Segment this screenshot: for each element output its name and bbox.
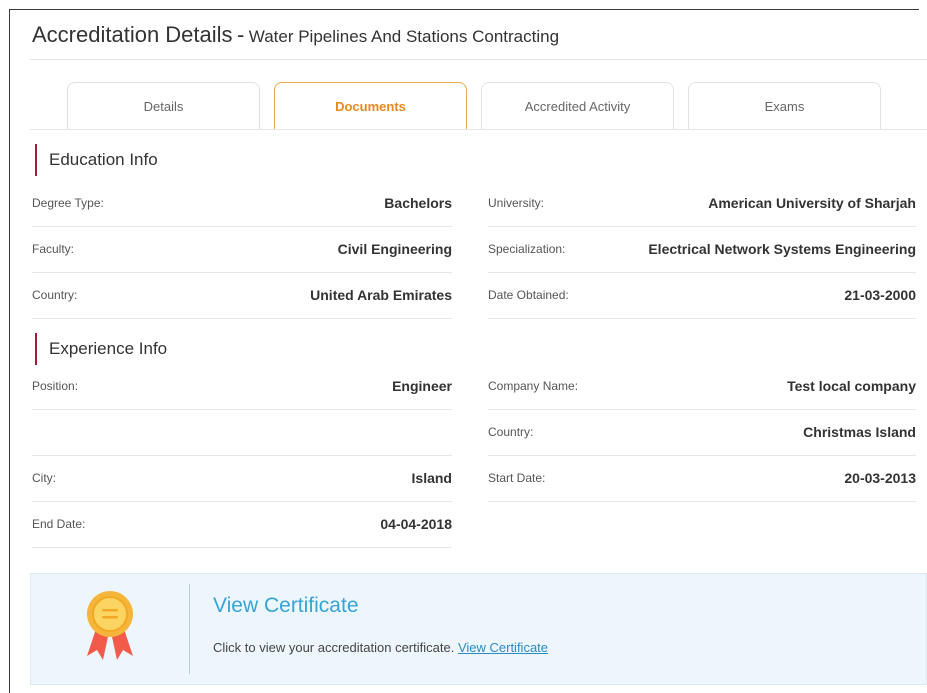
position-row: Position: Engineer [32,364,452,410]
certificate-divider [189,584,190,674]
start-date-value: 20-03-2013 [844,470,916,486]
company-name-value: Test local company [787,378,916,394]
specialization-label: Specialization: [488,242,566,256]
start-date-row: Start Date: 20-03-2013 [488,456,916,502]
city-label: City: [32,471,56,485]
company-name-label: Company Name: [488,379,579,393]
view-certificate-link[interactable]: View Certificate [458,640,548,655]
certificate-description-text: Click to view your accreditation certifi… [213,640,455,655]
page-title-separator: - [237,22,245,47]
award-ribbon-icon [87,591,133,660]
degree-type-row: Degree Type: Bachelors [32,181,452,227]
education-country-value: United Arab Emirates [310,287,452,303]
education-info-heading: Education Info [35,144,158,176]
experience-country-row: Country: Christmas Island [488,410,916,456]
date-obtained-value: 21-03-2000 [844,287,916,303]
company-name-row: Company Name: Test local company [488,364,916,410]
faculty-label: Faculty: [32,242,75,256]
certificate-panel: View Certificate Click to view your accr… [30,573,927,685]
tab-exams[interactable]: Exams [688,82,881,129]
experience-country-value: Christmas Island [803,424,916,440]
certificate-description: Click to view your accreditation certifi… [213,640,548,655]
tab-details[interactable]: Details [67,82,260,129]
title-divider [30,59,927,60]
end-date-label: End Date: [32,517,86,531]
experience-info-heading: Experience Info [35,333,167,365]
page-title: Accreditation Details - Water Pipelines … [32,22,559,56]
date-obtained-label: Date Obtained: [488,288,569,302]
faculty-value: Civil Engineering [337,241,452,257]
empty-row [32,410,452,456]
tab-accredited-activity[interactable]: Accredited Activity [481,82,674,129]
faculty-row: Faculty: Civil Engineering [32,227,452,273]
university-row: University: American University of Sharj… [488,181,916,227]
university-label: University: [488,196,545,210]
education-country-label: Country: [32,288,78,302]
specialization-value: Electrical Network Systems Engineering [648,241,916,257]
view-certificate-title[interactable]: View Certificate [213,594,359,618]
city-row: City: Island [32,456,452,502]
page-title-main: Accreditation Details [32,22,233,47]
city-value: Island [411,470,452,486]
degree-type-label: Degree Type: [32,196,104,210]
tab-documents[interactable]: Documents [274,82,467,129]
date-obtained-row: Date Obtained: 21-03-2000 [488,273,916,319]
degree-type-value: Bachelors [384,195,452,211]
page-title-company: Water Pipelines And Stations Contracting [248,27,560,46]
experience-country-label: Country: [488,425,534,439]
end-date-row: End Date: 04-04-2018 [32,502,452,548]
tabs-divider [30,129,927,130]
start-date-label: Start Date: [488,471,546,485]
end-date-value: 04-04-2018 [380,516,452,532]
education-country-row: Country: United Arab Emirates [32,273,452,319]
position-value: Engineer [392,378,452,394]
position-label: Position: [32,379,79,393]
specialization-row: Specialization: Electrical Network Syste… [488,227,916,273]
university-value: American University of Sharjah [708,195,916,211]
